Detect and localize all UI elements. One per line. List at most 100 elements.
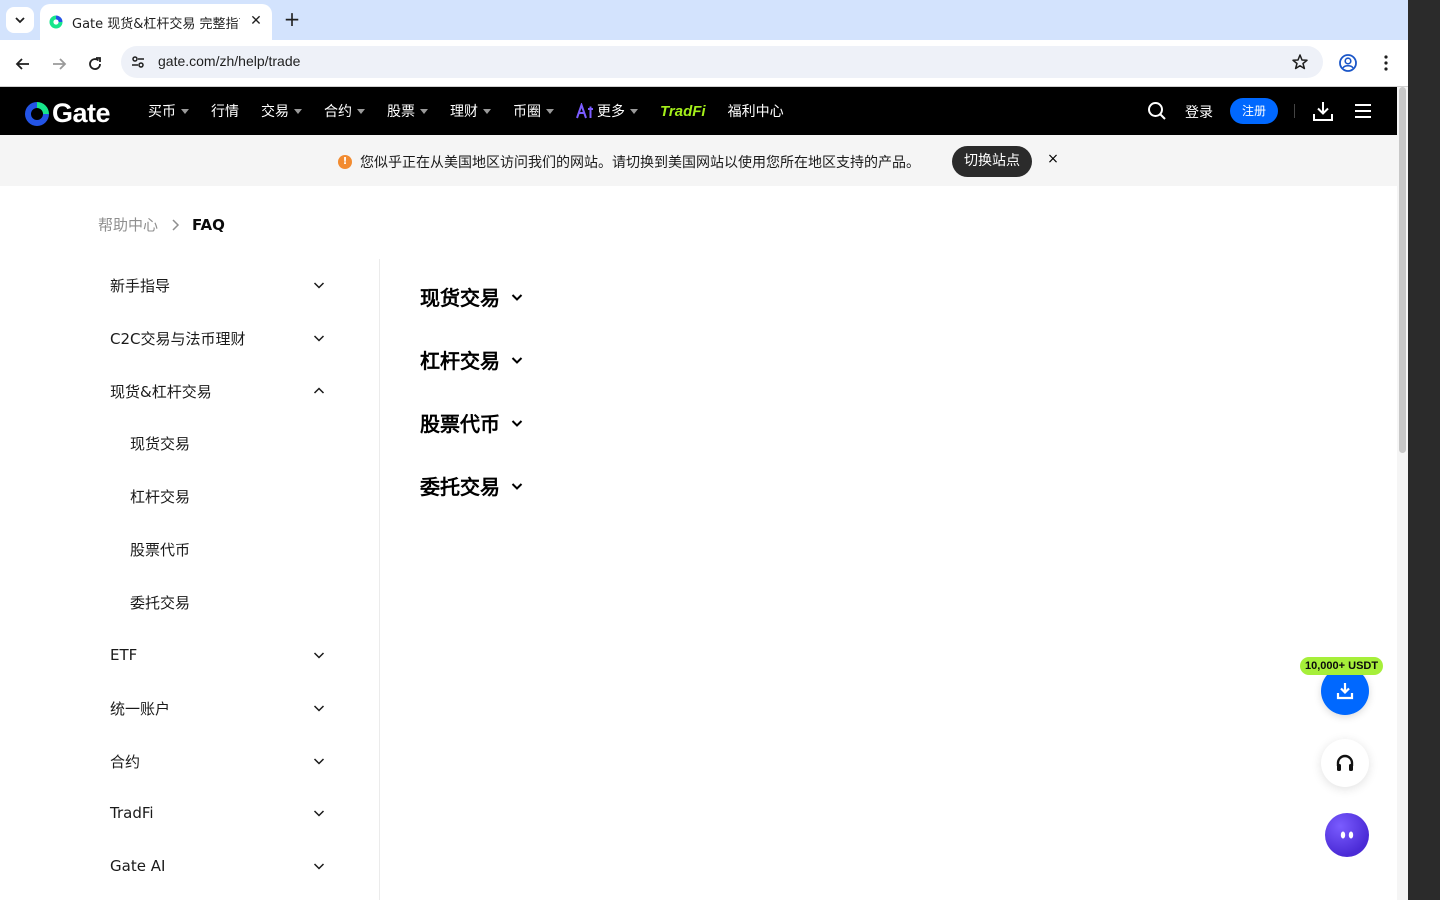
nav-label: 福利中心 <box>727 104 784 120</box>
sidebar-item-label: 现货&杠杆交易 <box>110 382 212 401</box>
nav-trade[interactable]: 交易 <box>261 101 302 121</box>
logo-text: Gate <box>52 98 111 128</box>
sidebar-subitem-entrusted[interactable]: 委托交易 <box>130 592 190 613</box>
sidebar-item-label: C2C交易与法币理财 <box>110 329 246 348</box>
section-stock-tokens[interactable]: 股票代币 <box>420 408 524 437</box>
nav-label: 行情 <box>211 104 239 120</box>
ai-bot-icon <box>1340 831 1354 839</box>
region-banner: ! 您似乎正在从美国地区访问我们的网站。请切换到美国网站以使用您所在地区支持的产… <box>0 135 1397 186</box>
section-margin-trading[interactable]: 杠杆交易 <box>420 345 524 374</box>
address-bar[interactable]: gate.com/zh/help/trade <box>121 46 1323 78</box>
chevron-down-icon <box>313 705 325 712</box>
warning-icon: ! <box>338 155 352 169</box>
section-spot-trading[interactable]: 现货交易 <box>420 282 524 311</box>
tab-title: Gate 现货&杠杆交易 完整指南 <box>72 16 240 32</box>
section-title: 委托交易 <box>420 475 500 499</box>
sidebar-item-futures[interactable]: 合约 <box>110 746 330 776</box>
sidebar-item-gate-ai[interactable]: Gate AI <box>110 851 330 881</box>
nav-square[interactable]: 币圈 <box>513 101 554 121</box>
new-tab-button[interactable]: + <box>282 9 302 29</box>
section-title: 杠杆交易 <box>420 349 500 373</box>
bookmark-star-icon[interactable] <box>1291 53 1309 71</box>
sidebar-subitem-spot[interactable]: 现货交易 <box>130 433 190 454</box>
nav-more[interactable]: 更多 <box>576 101 638 121</box>
hamburger-menu-icon[interactable] <box>1353 101 1373 121</box>
download-icon[interactable] <box>1312 100 1334 122</box>
section-entrusted-trading[interactable]: 委托交易 <box>420 471 524 500</box>
tab-close-icon[interactable]: ✕ <box>248 13 264 29</box>
chevron-down-icon <box>313 810 325 817</box>
sidebar-item-c2c[interactable]: C2C交易与法币理财 <box>110 323 330 353</box>
sidebar-item-label: 统一账户 <box>110 699 171 718</box>
close-icon[interactable]: × <box>1046 152 1060 166</box>
scrollbar-thumb[interactable] <box>1399 87 1406 453</box>
chevron-down-icon <box>511 419 523 427</box>
help-sidebar: 新手指导 C2C交易与法币理财 现货&杠杆交易 现货交易 杠杆交易 股票代币 委… <box>98 259 380 900</box>
chevron-down-icon <box>15 17 25 24</box>
browser-menu-icon[interactable] <box>1376 53 1396 73</box>
register-button[interactable]: 注册 <box>1230 98 1278 124</box>
browser-toolbar: gate.com/zh/help/trade <box>0 40 1408 87</box>
download-icon <box>1336 683 1354 700</box>
reload-button[interactable] <box>83 52 107 76</box>
nav-welfare-center[interactable]: 福利中心 <box>728 101 784 121</box>
sidebar-item-label: ETF <box>110 646 138 664</box>
arrow-left-icon <box>15 58 29 70</box>
web-page: Gate 买币 行情 交易 合约 股票 理财 币圈 更多 TradFi 福利中心… <box>0 87 1397 900</box>
nav-buy-crypto[interactable]: 买币 <box>148 101 189 121</box>
chevron-down-icon <box>313 863 325 870</box>
nav-label: 币圈 <box>513 104 541 120</box>
sidebar-subitem-margin[interactable]: 杠杆交易 <box>130 486 190 507</box>
search-icon[interactable] <box>1147 101 1167 121</box>
sidebar-item-unified-account[interactable]: 统一账户 <box>110 693 330 723</box>
caret-down-icon <box>357 108 365 114</box>
customer-support-button[interactable] <box>1321 739 1369 787</box>
chevron-down-icon <box>511 356 523 364</box>
profile-icon[interactable] <box>1338 53 1358 73</box>
caret-down-icon <box>420 108 428 114</box>
caret-down-icon <box>483 108 491 114</box>
ai-assistant-button[interactable] <box>1325 813 1369 857</box>
sidebar-item-label: 合约 <box>110 752 141 771</box>
breadcrumb-help-center[interactable]: 帮助中心 <box>98 214 158 235</box>
banner-text: 您似乎正在从美国地区访问我们的网站。请切换到美国网站以使用您所在地区支持的产品。 <box>360 155 920 171</box>
nav-label: 交易 <box>261 104 289 120</box>
gate-favicon-icon <box>49 15 63 29</box>
chevron-down-icon <box>313 282 325 289</box>
chevron-right-icon <box>172 218 180 231</box>
gate-logo[interactable]: Gate <box>24 98 111 129</box>
chevron-down-icon <box>313 758 325 765</box>
caret-down-icon <box>546 108 554 114</box>
sidebar-subitem-stock-tokens[interactable]: 股票代币 <box>130 539 190 560</box>
tab-search-button[interactable] <box>6 7 34 33</box>
nav-stocks[interactable]: 股票 <box>387 101 428 121</box>
forward-button[interactable] <box>47 52 71 76</box>
nav-label: 更多 <box>597 104 625 120</box>
browser-chrome: Gate 现货&杠杆交易 完整指南 ✕ + gate.com/zh/help/t… <box>0 0 1408 87</box>
nav-markets[interactable]: 行情 <box>211 101 239 121</box>
chevron-down-icon <box>511 482 523 490</box>
url-text[interactable]: gate.com/zh/help/trade <box>158 53 300 69</box>
switch-site-button[interactable]: 切换站点 <box>952 146 1032 177</box>
back-button[interactable] <box>11 52 35 76</box>
site-settings-icon[interactable] <box>130 54 146 70</box>
browser-tab[interactable]: Gate 现货&杠杆交易 完整指南 ✕ <box>40 4 272 40</box>
tab-strip: Gate 现货&杠杆交易 完整指南 ✕ + <box>0 0 1408 40</box>
nav-earn[interactable]: 理财 <box>450 101 491 121</box>
page-scrollbar[interactable] <box>1397 87 1408 900</box>
header-divider <box>1294 104 1295 118</box>
login-link[interactable]: 登录 <box>1185 102 1213 122</box>
nav-tradfi[interactable]: TradFi <box>660 103 706 120</box>
sidebar-item-beginner-guide[interactable]: 新手指导 <box>110 270 330 300</box>
sidebar-item-etf[interactable]: ETF <box>110 640 330 670</box>
caret-down-icon <box>294 108 302 114</box>
promo-badge[interactable]: 10,000+ USDT <box>1300 657 1384 675</box>
nav-futures[interactable]: 合约 <box>324 101 365 121</box>
sidebar-item-label: Gate AI <box>110 857 166 875</box>
sidebar-item-tradfi[interactable]: TradFi <box>110 798 330 828</box>
section-title: 股票代币 <box>420 412 500 436</box>
chevron-up-icon <box>313 387 325 394</box>
caret-down-icon <box>181 108 189 114</box>
sidebar-item-spot-margin[interactable]: 现货&杠杆交易 <box>110 376 330 406</box>
breadcrumb-current: FAQ <box>192 215 225 234</box>
